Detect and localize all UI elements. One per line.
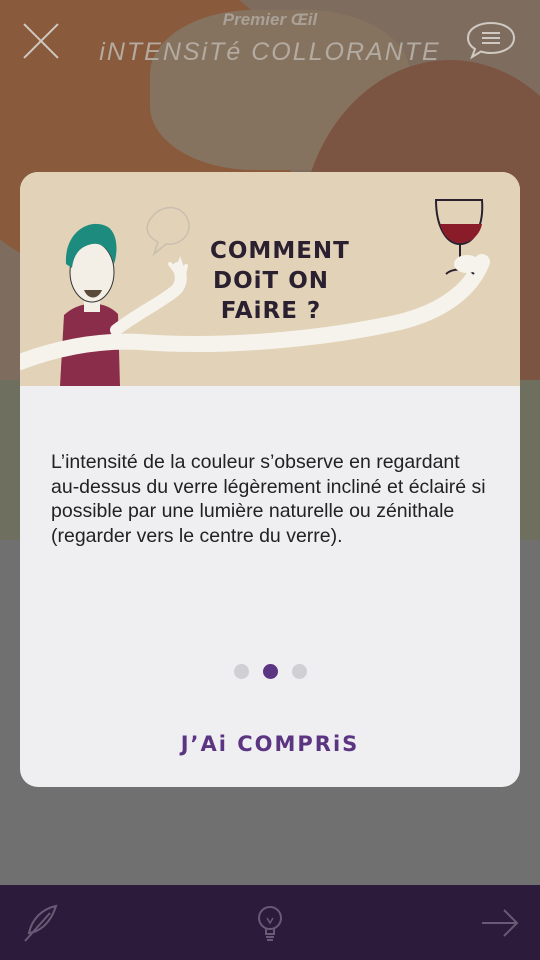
help-dialog: COMMENT DOiT ON FAiRE ? L’intensité de l… xyxy=(20,172,520,787)
confirm-button[interactable]: J’Ai COMPRiS xyxy=(170,724,370,764)
page-indicator xyxy=(20,664,520,684)
speech-bubble-menu-icon[interactable] xyxy=(466,20,516,60)
arrow-right-icon[interactable] xyxy=(478,901,522,945)
feather-icon[interactable] xyxy=(20,901,64,945)
page-dot-1[interactable] xyxy=(233,664,249,679)
dialog-body-text: L’intensité de la couleur s’observe en r… xyxy=(51,451,486,547)
page-title: iNTENSiTé COLLORANTE xyxy=(99,38,441,66)
page-dot-2-active[interactable] xyxy=(262,664,278,679)
dialog-illustration: COMMENT DOiT ON FAiRE ? xyxy=(20,172,520,386)
page-dot-3[interactable] xyxy=(291,664,307,679)
app-header: Premier Œil iNTENSiTé COLLORANTE xyxy=(0,0,540,90)
bottom-toolbar xyxy=(0,885,540,960)
dialog-illustration-title: COMMENT DOiT ON FAiRE ? xyxy=(210,238,350,324)
lightbulb-icon[interactable] xyxy=(248,901,292,945)
app-subtitle: Premier Œil xyxy=(222,10,318,29)
